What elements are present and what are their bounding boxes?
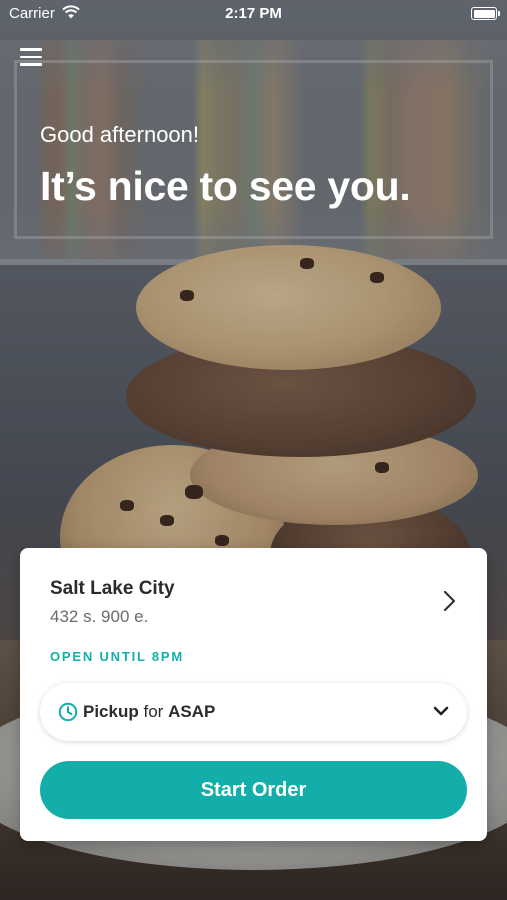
pickup-mode: Pickup (83, 702, 139, 721)
headline-text: It’s nice to see you. (40, 163, 411, 209)
start-order-button[interactable]: Start Order (40, 761, 467, 819)
status-time: 2:17 PM (225, 5, 282, 22)
location-city: Salt Lake City (50, 578, 175, 599)
pickup-connector: for (143, 702, 164, 721)
pickup-summary: Pickup for ASAP (83, 702, 215, 722)
hamburger-menu-icon[interactable] (20, 48, 42, 68)
pickup-time: ASAP (168, 702, 216, 721)
location-selector[interactable]: Salt Lake City 432 s. 900 e. (20, 548, 487, 644)
location-card: Salt Lake City 432 s. 900 e. OPEN UNTIL … (20, 548, 487, 841)
open-hours-label: OPEN UNTIL 8PM (50, 649, 185, 664)
greeting-text: Good afternoon! (40, 122, 200, 147)
pickup-time-selector[interactable]: Pickup for ASAP (40, 683, 467, 741)
battery-icon (471, 7, 500, 20)
status-bar: Carrier 2:17 PM (0, 0, 507, 28)
location-address: 432 s. 900 e. (50, 607, 149, 626)
chevron-down-icon[interactable] (433, 706, 449, 717)
clock-icon (58, 702, 78, 722)
chevron-right-icon[interactable] (443, 590, 457, 612)
